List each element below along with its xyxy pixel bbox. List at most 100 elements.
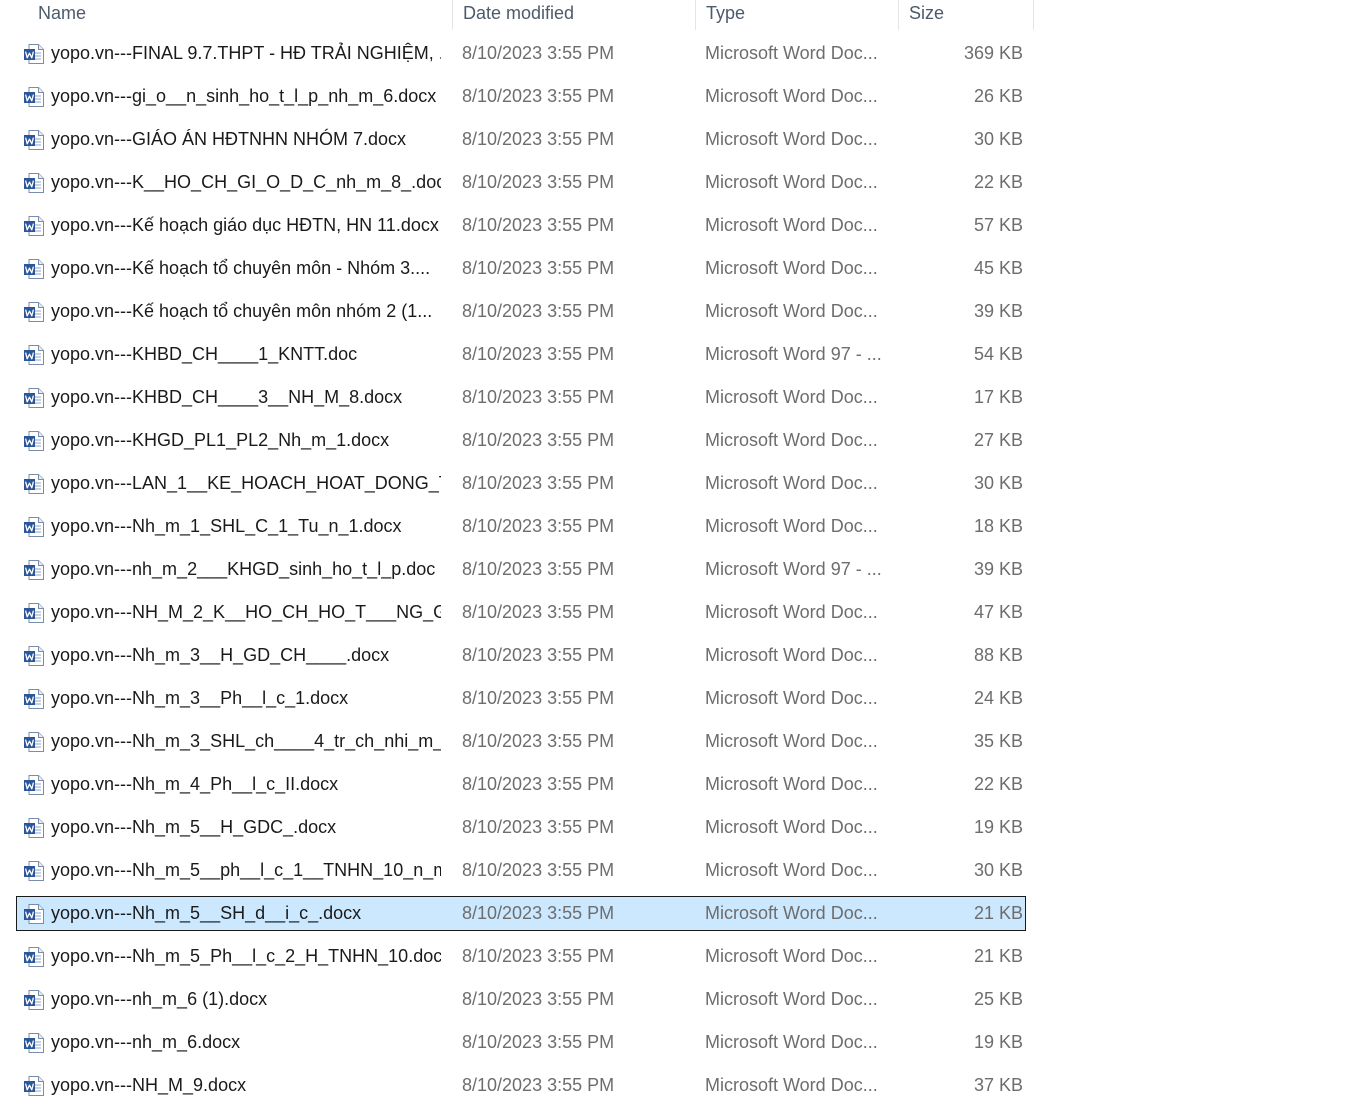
file-name: yopo.vn---Kế hoạch giáo dục HĐTN, HN 11.… — [51, 215, 439, 235]
file-size: 369 KB — [963, 43, 1023, 63]
file-size: 25 KB — [973, 989, 1023, 1009]
file-date-modified: 8/10/2023 3:55 PM — [462, 1032, 615, 1052]
file-name: yopo.vn---KHBD_CH____3__NH_M_8.docx — [51, 387, 403, 407]
file-type: Microsoft Word 97 - ... — [705, 344, 882, 364]
file-size: 30 KB — [973, 860, 1023, 880]
file-date-modified: 8/10/2023 3:55 PM — [462, 387, 615, 407]
file-type: Microsoft Word Doc... — [705, 989, 878, 1009]
file-name: yopo.vn---KHBD_CH____1_KNTT.doc — [51, 344, 358, 364]
file-row[interactable]: yopo.vn---K__HO_CH_GI_O_D_C_nh_m_8_.docx… — [16, 165, 1026, 200]
word-document-icon — [23, 301, 45, 323]
file-row[interactable]: yopo.vn---Nh_m_3__H_GD_CH____.docx 8/10/2… — [16, 638, 1026, 673]
word-document-icon — [23, 1075, 45, 1097]
file-size: 30 KB — [973, 129, 1023, 149]
file-date-modified: 8/10/2023 3:55 PM — [462, 258, 615, 278]
file-type: Microsoft Word Doc... — [705, 1075, 878, 1095]
word-document-icon — [23, 430, 45, 452]
word-document-icon — [23, 1032, 45, 1054]
file-date-modified: 8/10/2023 3:55 PM — [462, 817, 615, 837]
file-type: Microsoft Word Doc... — [705, 602, 878, 622]
file-date-modified: 8/10/2023 3:55 PM — [462, 731, 615, 751]
column-header-date-modified[interactable]: Date modified — [453, 0, 696, 30]
file-row[interactable]: yopo.vn---LAN_1__KE_HOACH_HOAT_DONG_T...… — [16, 466, 1026, 501]
file-row[interactable]: yopo.vn---NH_M_2_K__HO_CH_HO_T___NG_GI_.… — [16, 595, 1026, 630]
file-date-modified: 8/10/2023 3:55 PM — [462, 559, 615, 579]
file-name: yopo.vn---Nh_m_5_Ph__l_c_2_H_TNHN_10.doc… — [51, 946, 441, 966]
file-row[interactable]: yopo.vn---Nh_m_3__Ph__l_c_1.docx 8/10/202… — [16, 681, 1026, 716]
file-name: yopo.vn---gi_o__n_sinh_ho_t_l_p_nh_m_6.d… — [51, 86, 437, 106]
file-date-modified: 8/10/2023 3:55 PM — [462, 645, 615, 665]
file-row[interactable]: yopo.vn---NH_M_9.docx 8/10/2023 3:55 PM Mi… — [16, 1068, 1026, 1103]
file-row[interactable]: yopo.vn---Nh_m_5__SH_d__i_c_.docx 8/10/20… — [16, 896, 1026, 931]
word-document-icon — [23, 774, 45, 796]
word-document-icon — [23, 344, 45, 366]
file-date-modified: 8/10/2023 3:55 PM — [462, 129, 615, 149]
file-size: 57 KB — [973, 215, 1023, 235]
file-date-modified: 8/10/2023 3:55 PM — [462, 43, 615, 63]
column-header-size[interactable]: Size — [899, 0, 1034, 30]
file-type: Microsoft Word Doc... — [705, 903, 878, 923]
word-document-icon — [23, 559, 45, 581]
file-type: Microsoft Word Doc... — [705, 688, 878, 708]
file-size: 22 KB — [973, 774, 1023, 794]
file-size: 19 KB — [973, 817, 1023, 837]
file-row[interactable]: yopo.vn---gi_o__n_sinh_ho_t_l_p_nh_m_6.d… — [16, 79, 1026, 114]
file-row[interactable]: yopo.vn---Kế hoạch tổ chuyên môn - Nhóm … — [16, 251, 1026, 286]
file-row[interactable]: yopo.vn---Nh_m_4_Ph__l_c_II.docx 8/10/202… — [16, 767, 1026, 802]
file-row[interactable]: yopo.vn---Nh_m_5_Ph__l_c_2_H_TNHN_10.doc… — [16, 939, 1026, 974]
file-name: yopo.vn---Nh_m_4_Ph__l_c_II.docx — [51, 774, 339, 794]
file-row[interactable]: yopo.vn---FINAL 9.7.THPT - HĐ TRẢI NGHIỆ… — [16, 36, 1026, 71]
file-name: yopo.vn---Nh_m_5__SH_d__i_c_.docx — [51, 903, 362, 923]
word-document-icon — [23, 860, 45, 882]
file-date-modified: 8/10/2023 3:55 PM — [462, 86, 615, 106]
word-document-icon — [23, 817, 45, 839]
file-row[interactable]: yopo.vn---Nh_m_5__ph__l_c_1__TNHN_10_n_m… — [16, 853, 1026, 888]
file-size: 19 KB — [973, 1032, 1023, 1052]
file-row[interactable]: yopo.vn---nh_m_6 (1).docx 8/10/2023 3:55 … — [16, 982, 1026, 1017]
file-name: yopo.vn---Nh_m_3_SHL_ch____4_tr_ch_nhi_m… — [51, 731, 441, 751]
word-document-icon — [23, 129, 45, 151]
file-date-modified: 8/10/2023 3:55 PM — [462, 430, 615, 450]
word-document-icon — [23, 602, 45, 624]
file-type: Microsoft Word Doc... — [705, 172, 878, 192]
file-type: Microsoft Word Doc... — [705, 1032, 878, 1052]
file-date-modified: 8/10/2023 3:55 PM — [462, 301, 615, 321]
file-row[interactable]: yopo.vn---KHGD_PL1_PL2_Nh_m_1.docx 8/10/2… — [16, 423, 1026, 458]
file-row[interactable]: yopo.vn---KHBD_CH____1_KNTT.doc 8/10/2023… — [16, 337, 1026, 372]
file-row[interactable]: yopo.vn---Kế hoạch tổ chuyên môn nhóm 2 … — [16, 294, 1026, 329]
file-name: yopo.vn---NH_M_2_K__HO_CH_HO_T___NG_GI_.… — [51, 602, 441, 622]
file-size: 39 KB — [973, 559, 1023, 579]
file-type: Microsoft Word Doc... — [705, 86, 878, 106]
file-row[interactable]: yopo.vn---KHBD_CH____3__NH_M_8.docx 8/10/… — [16, 380, 1026, 415]
file-type: Microsoft Word Doc... — [705, 516, 878, 536]
file-type: Microsoft Word Doc... — [705, 731, 878, 751]
file-row[interactable]: yopo.vn---Kế hoạch giáo dục HĐTN, HN 11.… — [16, 208, 1026, 243]
file-row[interactable]: yopo.vn---Nh_m_3_SHL_ch____4_tr_ch_nhi_m… — [16, 724, 1026, 759]
file-size: 39 KB — [973, 301, 1023, 321]
file-size: 18 KB — [973, 516, 1023, 536]
file-row[interactable]: yopo.vn---Nh_m_1_SHL_C_1_Tu_n_1.docx 8/10… — [16, 509, 1026, 544]
file-date-modified: 8/10/2023 3:55 PM — [462, 473, 615, 493]
file-date-modified: 8/10/2023 3:55 PM — [462, 516, 615, 536]
word-document-icon — [23, 86, 45, 108]
word-document-icon — [23, 516, 45, 538]
file-type: Microsoft Word Doc... — [705, 774, 878, 794]
file-type: Microsoft Word Doc... — [705, 258, 878, 278]
file-row[interactable]: yopo.vn---nh_m_6.docx 8/10/2023 3:55 PM Mi… — [16, 1025, 1026, 1060]
word-document-icon — [23, 731, 45, 753]
word-document-icon — [23, 258, 45, 280]
word-document-icon — [23, 473, 45, 495]
file-explorer-list: Name Date modified Type Size yopo.vn---F… — [0, 0, 1350, 1120]
file-size: 30 KB — [973, 473, 1023, 493]
file-row[interactable]: yopo.vn---Nh_m_5__H_GDC_.docx 8/10/2023 3… — [16, 810, 1026, 845]
file-row[interactable]: yopo.vn---GIÁO ÁN HĐTNHN NHÓM 7.docx 8/10… — [16, 122, 1026, 157]
column-header-name[interactable]: Name — [28, 0, 453, 30]
column-header-type[interactable]: Type — [696, 0, 899, 30]
file-type: Microsoft Word Doc... — [705, 430, 878, 450]
file-type: Microsoft Word Doc... — [705, 43, 878, 63]
file-size: 47 KB — [973, 602, 1023, 622]
file-size: 35 KB — [973, 731, 1023, 751]
file-row[interactable]: yopo.vn---nh_m_2___KHGD_sinh_ho_t_l_p.do… — [16, 552, 1026, 587]
file-name: yopo.vn---FINAL 9.7.THPT - HĐ TRẢI NGHIỆ… — [51, 43, 441, 63]
file-name: yopo.vn---KHGD_PL1_PL2_Nh_m_1.docx — [51, 430, 390, 450]
